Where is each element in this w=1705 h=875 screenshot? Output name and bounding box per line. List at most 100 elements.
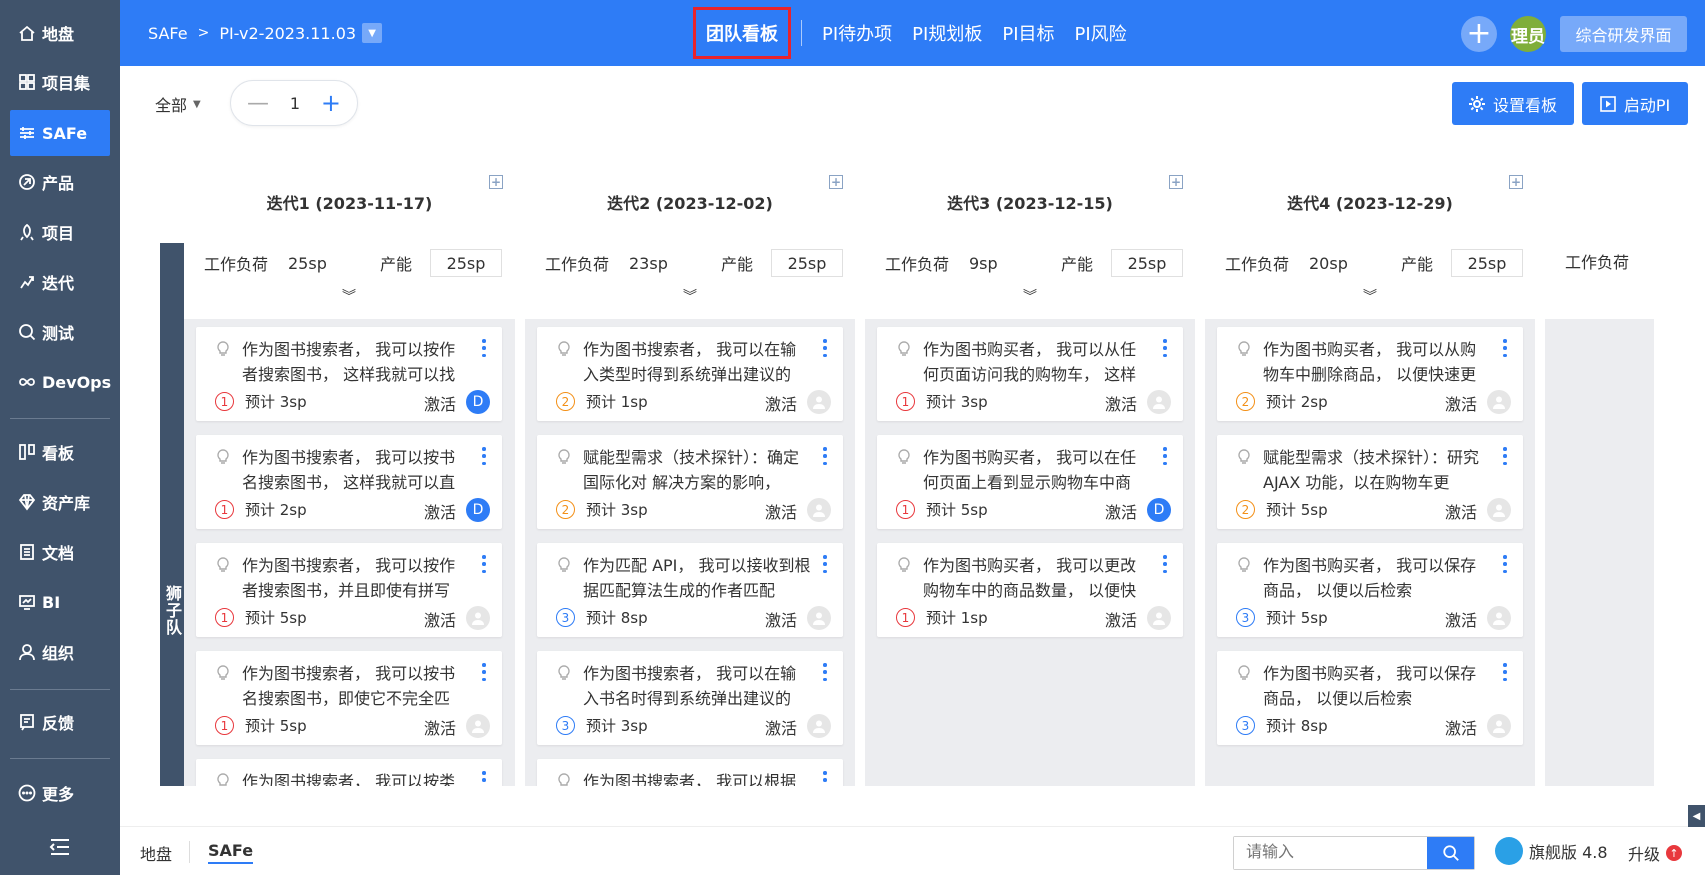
unassigned-user-icon[interactable] bbox=[1147, 606, 1171, 630]
story-card[interactable]: 作为图书购买者， 我可以更改购物车中的商品数量， 以便快 1 预计 1sp 激活 bbox=[877, 543, 1183, 637]
story-card[interactable]: 作为图书搜索者， 我可以在输入类型时得到系统弹出建议的 2 预计 1sp 激活 bbox=[537, 327, 843, 421]
sidebar-item-4[interactable]: 项目 bbox=[10, 209, 110, 255]
story-card[interactable]: 作为图书购买者， 我可以保存商品， 以便以后检索 3 预计 5sp 激活 bbox=[1217, 543, 1523, 637]
unassigned-user-icon[interactable] bbox=[1487, 390, 1511, 414]
unassigned-user-icon[interactable] bbox=[807, 390, 831, 414]
bottom-tab-dashboard[interactable]: 地盘 bbox=[140, 841, 172, 865]
search-button[interactable] bbox=[1427, 837, 1474, 869]
start-pi-button[interactable]: 启动PI bbox=[1582, 82, 1688, 125]
more-actions-icon[interactable] bbox=[1503, 663, 1507, 681]
more-actions-icon[interactable] bbox=[1163, 447, 1167, 465]
more-actions-icon[interactable] bbox=[823, 663, 827, 681]
upgrade-button[interactable]: 升级 ↑ bbox=[1628, 841, 1683, 865]
more-actions-icon[interactable] bbox=[482, 339, 486, 357]
more-actions-icon[interactable] bbox=[823, 555, 827, 573]
sidebar-item-6[interactable]: 测试 bbox=[10, 309, 110, 355]
story-title[interactable]: 作为图书搜索者， 我可以按作者搜索图书，并且即使有拼写 bbox=[242, 553, 470, 603]
more-actions-icon[interactable] bbox=[1163, 339, 1167, 357]
story-card[interactable]: 作为匹配 API， 我可以接收到根据匹配算法生成的作者匹配 3 预计 8sp 激… bbox=[537, 543, 843, 637]
unassigned-user-icon[interactable] bbox=[807, 498, 831, 522]
sidebar-item-2[interactable]: SAFe bbox=[10, 110, 110, 156]
story-title[interactable]: 赋能型需求（技术探针）：研究 AJAX 功能，以在购物车更 bbox=[1263, 445, 1491, 495]
more-actions-icon[interactable] bbox=[482, 555, 486, 573]
story-title[interactable]: 作为图书购买者， 我可以保存商品， 以便以后检索 bbox=[1263, 553, 1491, 603]
expand-chevron-icon[interactable]: ︾ bbox=[1023, 286, 1037, 306]
filter-select[interactable]: 全部 ▼ bbox=[155, 92, 201, 116]
story-title[interactable]: 作为图书搜索者， 我可以按作者搜索图书， 这样我就可以找 bbox=[242, 337, 470, 387]
story-title[interactable]: 作为图书搜索者， 我可以在输入类型时得到系统弹出建议的 bbox=[583, 337, 811, 387]
nav-pi-backlog[interactable]: PI待办项 bbox=[812, 8, 902, 58]
more-actions-icon[interactable] bbox=[482, 771, 486, 786]
sidebar-item-0[interactable]: 地盘 bbox=[10, 10, 110, 56]
story-card[interactable]: 作为图书购买者， 我可以从任何页面访问我的购物车， 这样 1 预计 3sp 激活 bbox=[877, 327, 1183, 421]
capacity-input[interactable]: 25sp bbox=[1111, 249, 1183, 277]
more-actions-icon[interactable] bbox=[1503, 339, 1507, 357]
story-card[interactable]: 作为图书购买者， 我可以从购物车中删除商品， 以便快速更 2 预计 2sp 激活 bbox=[1217, 327, 1523, 421]
pi-dropdown-icon[interactable]: ▼ bbox=[362, 23, 383, 43]
nav-pi-risks[interactable]: PI风险 bbox=[1065, 8, 1137, 58]
nav-pi-objectives[interactable]: PI目标 bbox=[992, 8, 1064, 58]
unassigned-user-icon[interactable] bbox=[466, 606, 490, 630]
plus-icon[interactable]: + bbox=[321, 89, 341, 117]
story-title[interactable]: 作为图书购买者， 我可以从购物车中删除商品， 以便快速更 bbox=[1263, 337, 1491, 387]
rd-interface-button[interactable]: 综合研发界面 bbox=[1560, 16, 1687, 52]
sidebar-item-11[interactable]: BI bbox=[10, 579, 110, 625]
avatar[interactable]: 理员 bbox=[1510, 16, 1546, 52]
unassigned-user-icon[interactable] bbox=[1487, 498, 1511, 522]
story-title[interactable]: 作为图书搜索者， 我可以按书名搜索图书， 这样我就可以直 bbox=[242, 445, 470, 495]
story-title[interactable]: 作为图书购买者， 我可以更改购物车中的商品数量， 以便快 bbox=[923, 553, 1151, 603]
story-card[interactable]: 赋能型需求（技术探针）：研究 AJAX 功能，以在购物车更 2 预计 5sp 激… bbox=[1217, 435, 1523, 529]
unassigned-user-icon[interactable] bbox=[807, 606, 831, 630]
add-story-icon[interactable]: + bbox=[489, 175, 503, 189]
more-actions-icon[interactable] bbox=[823, 771, 827, 786]
more-actions-icon[interactable] bbox=[1503, 555, 1507, 573]
story-card[interactable]: 作为图书搜索者， 我可以按作者搜索图书， 这样我就可以找 1 预计 3sp 激活… bbox=[196, 327, 502, 421]
unassigned-user-icon[interactable] bbox=[807, 714, 831, 738]
assignee-avatar[interactable]: D bbox=[1147, 498, 1171, 522]
story-card[interactable]: 作为图书搜索者， 我可以按书名搜索图书， 这样我就可以直 1 预计 2sp 激活… bbox=[196, 435, 502, 529]
story-title[interactable]: 作为图书搜索者， 我可以在输入书名时得到系统弹出建议的 bbox=[583, 661, 811, 711]
add-story-icon[interactable]: + bbox=[1169, 175, 1183, 189]
more-actions-icon[interactable] bbox=[1163, 555, 1167, 573]
sidebar-item-5[interactable]: 迭代 bbox=[10, 259, 110, 305]
story-title[interactable]: 作为图书购买者， 我可以在任何页面上看到显示购物车中商 bbox=[923, 445, 1151, 495]
sidebar-item-8[interactable]: 看板 bbox=[10, 429, 110, 475]
story-title[interactable]: 作为匹配 API， 我可以接收到根据匹配算法生成的作者匹配 bbox=[583, 553, 811, 603]
story-card[interactable]: 作为图书搜索者， 我可以在输入书名时得到系统弹出建议的 3 预计 3sp 激活 bbox=[537, 651, 843, 745]
add-icon[interactable]: + bbox=[1461, 16, 1497, 52]
expand-chevron-icon[interactable]: ︾ bbox=[683, 286, 697, 306]
bottom-tab-safe[interactable]: SAFe bbox=[208, 841, 254, 864]
assignee-avatar[interactable]: D bbox=[466, 390, 490, 414]
add-story-icon[interactable]: + bbox=[829, 175, 843, 189]
sidebar-item-14[interactable]: 更多 bbox=[10, 770, 110, 816]
expand-chevron-icon[interactable]: ︾ bbox=[1363, 286, 1377, 306]
breadcrumb-pi[interactable]: PI-v2-2023.11.03 bbox=[219, 24, 356, 43]
sidebar-item-9[interactable]: 资产库 bbox=[10, 479, 110, 525]
more-actions-icon[interactable] bbox=[1503, 447, 1507, 465]
story-title[interactable]: 作为图书购买者， 我可以从任何页面访问我的购物车， 这样 bbox=[923, 337, 1151, 387]
story-card[interactable]: 作为图书购买者， 我可以保存商品， 以便以后检索 3 预计 8sp 激活 bbox=[1217, 651, 1523, 745]
sidebar-item-1[interactable]: 项目集 bbox=[10, 59, 110, 105]
story-title[interactable]: 作为图书搜索者， 我可以按类 bbox=[242, 769, 470, 786]
sidebar-item-10[interactable]: 文档 bbox=[10, 529, 110, 575]
story-card[interactable]: 作为图书搜索者， 我可以按作者搜索图书，并且即使有拼写 1 预计 5sp 激活 bbox=[196, 543, 502, 637]
stepper-value[interactable]: 1 bbox=[290, 94, 300, 113]
story-card[interactable]: 作为图书购买者， 我可以在任何页面上看到显示购物车中商 1 预计 5sp 激活 D bbox=[877, 435, 1183, 529]
story-title[interactable]: 作为图书搜索者， 我可以按书名搜索图书，即使它不完全匹 bbox=[242, 661, 470, 711]
unassigned-user-icon[interactable] bbox=[1487, 714, 1511, 738]
minus-icon[interactable]: — bbox=[247, 91, 269, 116]
more-actions-icon[interactable] bbox=[823, 339, 827, 357]
story-card[interactable]: 作为图书搜索者， 我可以按类 bbox=[196, 759, 502, 786]
assignee-avatar[interactable]: D bbox=[466, 498, 490, 522]
story-title[interactable]: 作为图书购买者， 我可以保存商品， 以便以后检索 bbox=[1263, 661, 1491, 711]
unassigned-user-icon[interactable] bbox=[1487, 606, 1511, 630]
unassigned-user-icon[interactable] bbox=[1147, 390, 1171, 414]
collapse-icon[interactable]: ◀ bbox=[1688, 805, 1705, 827]
more-actions-icon[interactable] bbox=[482, 447, 486, 465]
expand-chevron-icon[interactable]: ︾ bbox=[342, 286, 356, 306]
add-story-icon[interactable]: + bbox=[1509, 175, 1523, 189]
unassigned-user-icon[interactable] bbox=[466, 714, 490, 738]
sidebar-item-3[interactable]: 产品 bbox=[10, 159, 110, 205]
story-card[interactable]: 作为图书搜索者， 我可以按书名搜索图书，即使它不完全匹 1 预计 5sp 激活 bbox=[196, 651, 502, 745]
more-actions-icon[interactable] bbox=[823, 447, 827, 465]
